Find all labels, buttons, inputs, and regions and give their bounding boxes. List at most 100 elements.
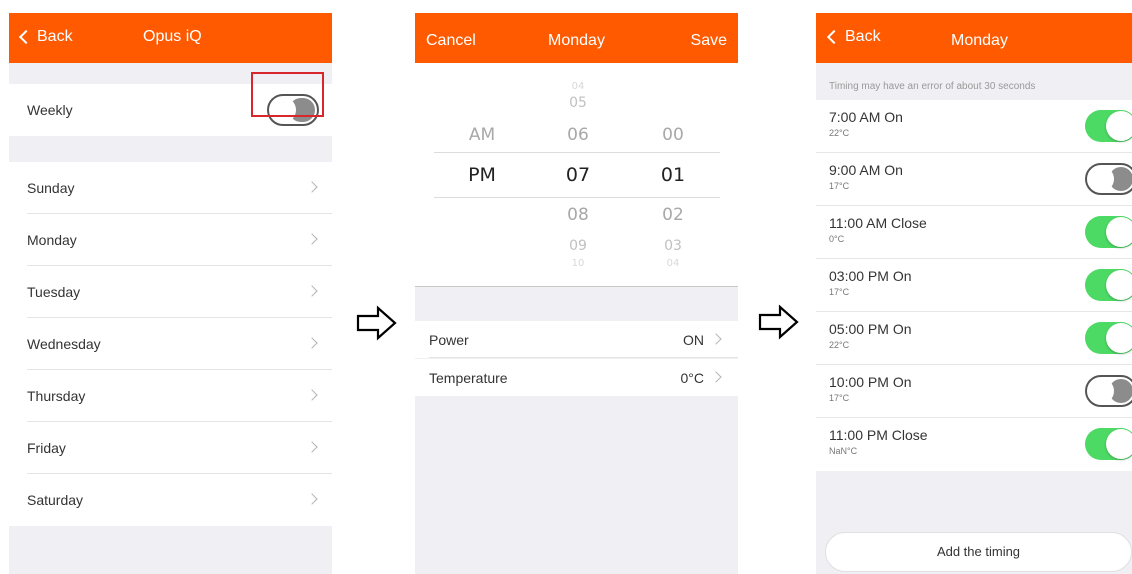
timing-time-label: 03:00 PM On — [829, 268, 912, 284]
hour-option[interactable]: 05 — [548, 95, 608, 111]
chevron-right-icon — [306, 389, 318, 401]
timing-toggle[interactable] — [1085, 322, 1132, 354]
timing-row[interactable]: 11:00 AM Close 0°C — [816, 206, 1132, 259]
divider — [415, 286, 738, 287]
timing-toggle[interactable] — [1085, 375, 1132, 407]
timing-temp-label: 22°C — [829, 128, 850, 138]
weekly-label: Weekly — [27, 102, 73, 118]
timing-temp-label: 17°C — [829, 393, 850, 403]
hour-selected[interactable]: 07 — [548, 164, 608, 186]
timing-temp-label: NaN°C — [829, 446, 858, 456]
navbar: Back Monday — [816, 13, 1132, 63]
add-timing-button[interactable]: Add the timing — [825, 532, 1132, 572]
timing-time-label: 11:00 PM Close — [829, 427, 928, 443]
day-row[interactable]: Tuesday — [9, 266, 332, 318]
chevron-right-icon — [306, 233, 318, 245]
ampm-option[interactable]: AM — [452, 125, 512, 145]
timing-row[interactable]: 9:00 AM On 17°C — [816, 153, 1132, 206]
timing-error-note: Timing may have an error of about 30 sec… — [829, 81, 1036, 92]
divider — [429, 357, 738, 358]
timing-row[interactable]: 7:00 AM On 22°C — [816, 100, 1132, 153]
day-row[interactable]: Saturday — [9, 474, 332, 526]
temperature-label: Temperature — [429, 369, 508, 386]
chevron-right-icon — [306, 493, 318, 505]
back-label: Back — [37, 28, 73, 45]
minute-option[interactable]: 04 — [643, 258, 703, 269]
chevron-right-icon — [306, 441, 318, 453]
hour-option[interactable]: 10 — [548, 258, 608, 269]
timing-temp-label: 22°C — [829, 340, 850, 350]
day-row[interactable]: Sunday — [9, 162, 332, 214]
toggle-knob — [1088, 166, 1114, 192]
save-button[interactable]: Save — [691, 32, 727, 50]
timing-time-label: 05:00 PM On — [829, 321, 912, 337]
hour-option[interactable]: 08 — [548, 205, 608, 225]
day-row[interactable]: Wednesday — [9, 318, 332, 370]
picker-selection-line — [434, 152, 720, 153]
day-label: Monday — [27, 232, 77, 248]
toggle-knob — [1106, 270, 1132, 300]
timing-time-label: 10:00 PM On — [829, 374, 912, 390]
day-row[interactable]: Friday — [9, 422, 332, 474]
screen-edit-timing: Cancel Monday Save AM PM 04 05 06 07 08 … — [415, 13, 738, 574]
timing-row[interactable]: 05:00 PM On 22°C — [816, 312, 1132, 365]
toggle-knob — [1106, 111, 1132, 141]
timing-toggle[interactable] — [1085, 269, 1132, 301]
toggle-knob — [1106, 323, 1132, 353]
timing-toggle[interactable] — [1085, 110, 1132, 142]
power-label: Power — [429, 331, 469, 348]
day-label: Sunday — [27, 180, 75, 196]
timing-time-label: 7:00 AM On — [829, 109, 903, 125]
minute-option[interactable]: 02 — [643, 205, 703, 225]
day-label: Tuesday — [27, 284, 81, 300]
page-title: Monday — [951, 32, 1008, 49]
time-picker[interactable]: AM PM 04 05 06 07 08 09 10 00 01 02 03 0… — [415, 63, 738, 286]
day-label: Wednesday — [27, 336, 101, 352]
chevron-right-icon — [710, 371, 722, 383]
temperature-row[interactable]: Temperature 0°C — [415, 359, 738, 396]
minute-option[interactable]: 00 — [643, 125, 703, 145]
navbar: Cancel Monday Save — [415, 13, 738, 63]
timing-temp-label: 17°C — [829, 287, 850, 297]
arrow-right-icon — [758, 304, 799, 340]
day-label: Saturday — [27, 492, 84, 508]
timing-time-label: 9:00 AM On — [829, 162, 903, 178]
timing-toggle[interactable] — [1085, 216, 1132, 248]
minute-option[interactable]: 03 — [643, 238, 703, 254]
screen-timing-list: Back Monday Timing may have an error of … — [816, 13, 1132, 574]
minute-selected[interactable]: 01 — [643, 164, 703, 186]
hour-option[interactable]: 04 — [548, 81, 608, 92]
day-row[interactable]: Monday — [9, 214, 332, 266]
back-button[interactable]: Back — [18, 28, 73, 46]
day-label: Friday — [27, 440, 66, 456]
timing-time-label: 11:00 AM Close — [829, 215, 927, 231]
chevron-right-icon — [710, 333, 722, 345]
day-row[interactable]: Thursday — [9, 370, 332, 422]
navbar: Back Opus iQ — [9, 13, 332, 63]
highlight-box — [251, 72, 324, 117]
picker-selection-line — [434, 197, 720, 198]
timing-row[interactable]: 10:00 PM On 17°C — [816, 365, 1132, 418]
toggle-knob — [1106, 217, 1132, 247]
power-row[interactable]: Power ON — [415, 321, 738, 358]
arrow-right-icon — [356, 305, 397, 341]
power-value: ON — [683, 332, 704, 348]
timing-temp-label: 17°C — [829, 181, 850, 191]
hour-option[interactable]: 06 — [548, 125, 608, 145]
page-title: Opus iQ — [143, 28, 202, 45]
chevron-right-icon — [306, 337, 318, 349]
chevron-right-icon — [306, 285, 318, 297]
timing-row[interactable]: 11:00 PM Close NaN°C — [816, 418, 1132, 471]
timing-toggle[interactable] — [1085, 163, 1132, 195]
toggle-knob — [1088, 378, 1114, 404]
timing-temp-label: 0°C — [829, 234, 845, 244]
ampm-selected[interactable]: PM — [452, 164, 512, 186]
toggle-knob — [1106, 429, 1132, 459]
hour-option[interactable]: 09 — [548, 238, 608, 254]
chevron-left-icon — [18, 29, 34, 45]
temperature-value: 0°C — [680, 370, 705, 386]
day-label: Thursday — [27, 388, 86, 404]
timing-toggle[interactable] — [1085, 428, 1132, 460]
chevron-right-icon — [306, 181, 318, 193]
timing-row[interactable]: 03:00 PM On 17°C — [816, 259, 1132, 312]
